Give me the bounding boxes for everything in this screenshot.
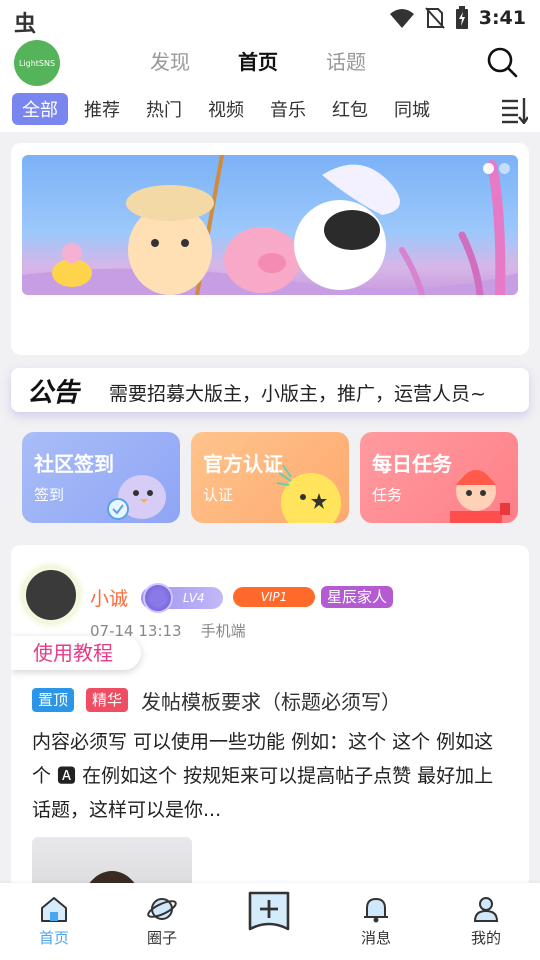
category-hot[interactable]: 热门 xyxy=(136,93,192,125)
level-gem-icon xyxy=(143,583,173,613)
category-list: 全部 推荐 热门 视频 音乐 红包 同城 xyxy=(12,93,440,125)
checkin-title: 社区签到 xyxy=(34,452,114,476)
main-tabs: 发现 首页 话题 xyxy=(150,46,366,79)
verification-face-icon xyxy=(276,464,341,523)
nav-profile-label: 我的 xyxy=(470,929,501,947)
nav-messages[interactable]: 消息 xyxy=(336,895,416,948)
checkin-subtitle: 签到 xyxy=(34,486,65,504)
user-icon xyxy=(473,897,499,922)
app-notification-icon: 虫 xyxy=(14,12,37,37)
checkin-card[interactable]: 社区签到 签到 xyxy=(22,432,180,523)
tab-discover[interactable]: 发现 xyxy=(150,46,190,75)
wifi-icon xyxy=(389,9,414,28)
daily-task-card[interactable]: 每日任务 任务 xyxy=(360,432,518,523)
post-card[interactable]: 小诚 LV4 VIP1 星辰家人 07-14 13:13 手机端 使用教程 置顶… xyxy=(11,545,529,905)
category-red-packet[interactable]: 红包 xyxy=(322,93,378,125)
nav-circles[interactable]: 圈子 xyxy=(122,895,202,948)
search-icon[interactable] xyxy=(486,46,518,78)
tab-topics[interactable]: 话题 xyxy=(326,46,366,75)
verification-card[interactable]: 官方认证 认证 xyxy=(191,432,349,523)
carousel-dots xyxy=(483,163,510,174)
planet-icon xyxy=(147,898,177,920)
home-icon xyxy=(41,897,67,922)
announcement-bar[interactable]: 公告 需要招募大版主，小版主，推广，运营人员~ xyxy=(11,368,529,412)
vip-badge: VIP1 xyxy=(233,587,315,607)
bottom-nav: 首页 圈子 消息 我的 xyxy=(0,883,540,960)
member-badge: 星辰家人 xyxy=(321,586,394,608)
banner-illustration xyxy=(22,155,518,295)
post-client: 手机端 xyxy=(200,622,246,640)
post-title[interactable]: 发帖模板要求（标题必须写） xyxy=(141,686,401,715)
clock: 3:41 xyxy=(478,7,526,29)
category-bar: 全部 推荐 热门 视频 音乐 红包 同城 xyxy=(0,86,540,132)
category-recommend[interactable]: 推荐 xyxy=(74,93,130,125)
nav-circles-label: 圈子 xyxy=(146,929,177,947)
verification-subtitle: 认证 xyxy=(203,486,234,504)
category-local[interactable]: 同城 xyxy=(384,93,440,125)
status-icons: 3:41 xyxy=(389,6,526,30)
post-body[interactable]: 内容必须写 可以使用一些功能 例如：这个 这个 例如这个 🅰 在例如这个 按规矩… xyxy=(32,725,512,827)
essence-tag: 精华 xyxy=(86,688,129,712)
post-username[interactable]: 小诚 xyxy=(90,584,128,611)
new-post-button[interactable] xyxy=(246,889,292,937)
pinned-tag: 置顶 xyxy=(32,688,75,712)
carousel-dot[interactable] xyxy=(499,163,510,174)
tutorial-button[interactable]: 使用教程 xyxy=(11,636,141,670)
status-bar: 虫 3:41 xyxy=(0,0,540,37)
banner-carousel[interactable] xyxy=(22,155,518,295)
bell-icon xyxy=(364,897,388,923)
battery-icon xyxy=(455,6,468,29)
daily-task-subtitle: 任务 xyxy=(372,486,403,504)
checkin-bird-icon xyxy=(107,475,166,520)
nav-messages-label: 消息 xyxy=(360,929,391,947)
announcement-title: 公告 xyxy=(27,378,80,408)
avatar[interactable] xyxy=(23,567,79,623)
category-sort-icon[interactable] xyxy=(500,96,528,124)
top-header: LightSNS 发现 首页 话题 xyxy=(0,36,540,86)
tab-home[interactable]: 首页 xyxy=(238,46,278,79)
announcement-text: 需要招募大版主，小版主，推广，运营人员~ xyxy=(109,383,486,405)
nav-home-label: 首页 xyxy=(38,929,69,947)
category-music[interactable]: 音乐 xyxy=(260,93,316,125)
banner-card xyxy=(11,143,529,355)
no-sim-icon xyxy=(424,7,445,29)
daily-task-mascot-icon xyxy=(450,470,510,523)
category-all[interactable]: 全部 xyxy=(12,93,68,125)
category-video[interactable]: 视频 xyxy=(198,93,254,125)
nav-profile[interactable]: 我的 xyxy=(446,895,526,948)
app-logo[interactable]: LightSNS xyxy=(14,40,60,86)
carousel-dot-active[interactable] xyxy=(483,163,494,174)
nav-home[interactable]: 首页 xyxy=(14,895,94,948)
